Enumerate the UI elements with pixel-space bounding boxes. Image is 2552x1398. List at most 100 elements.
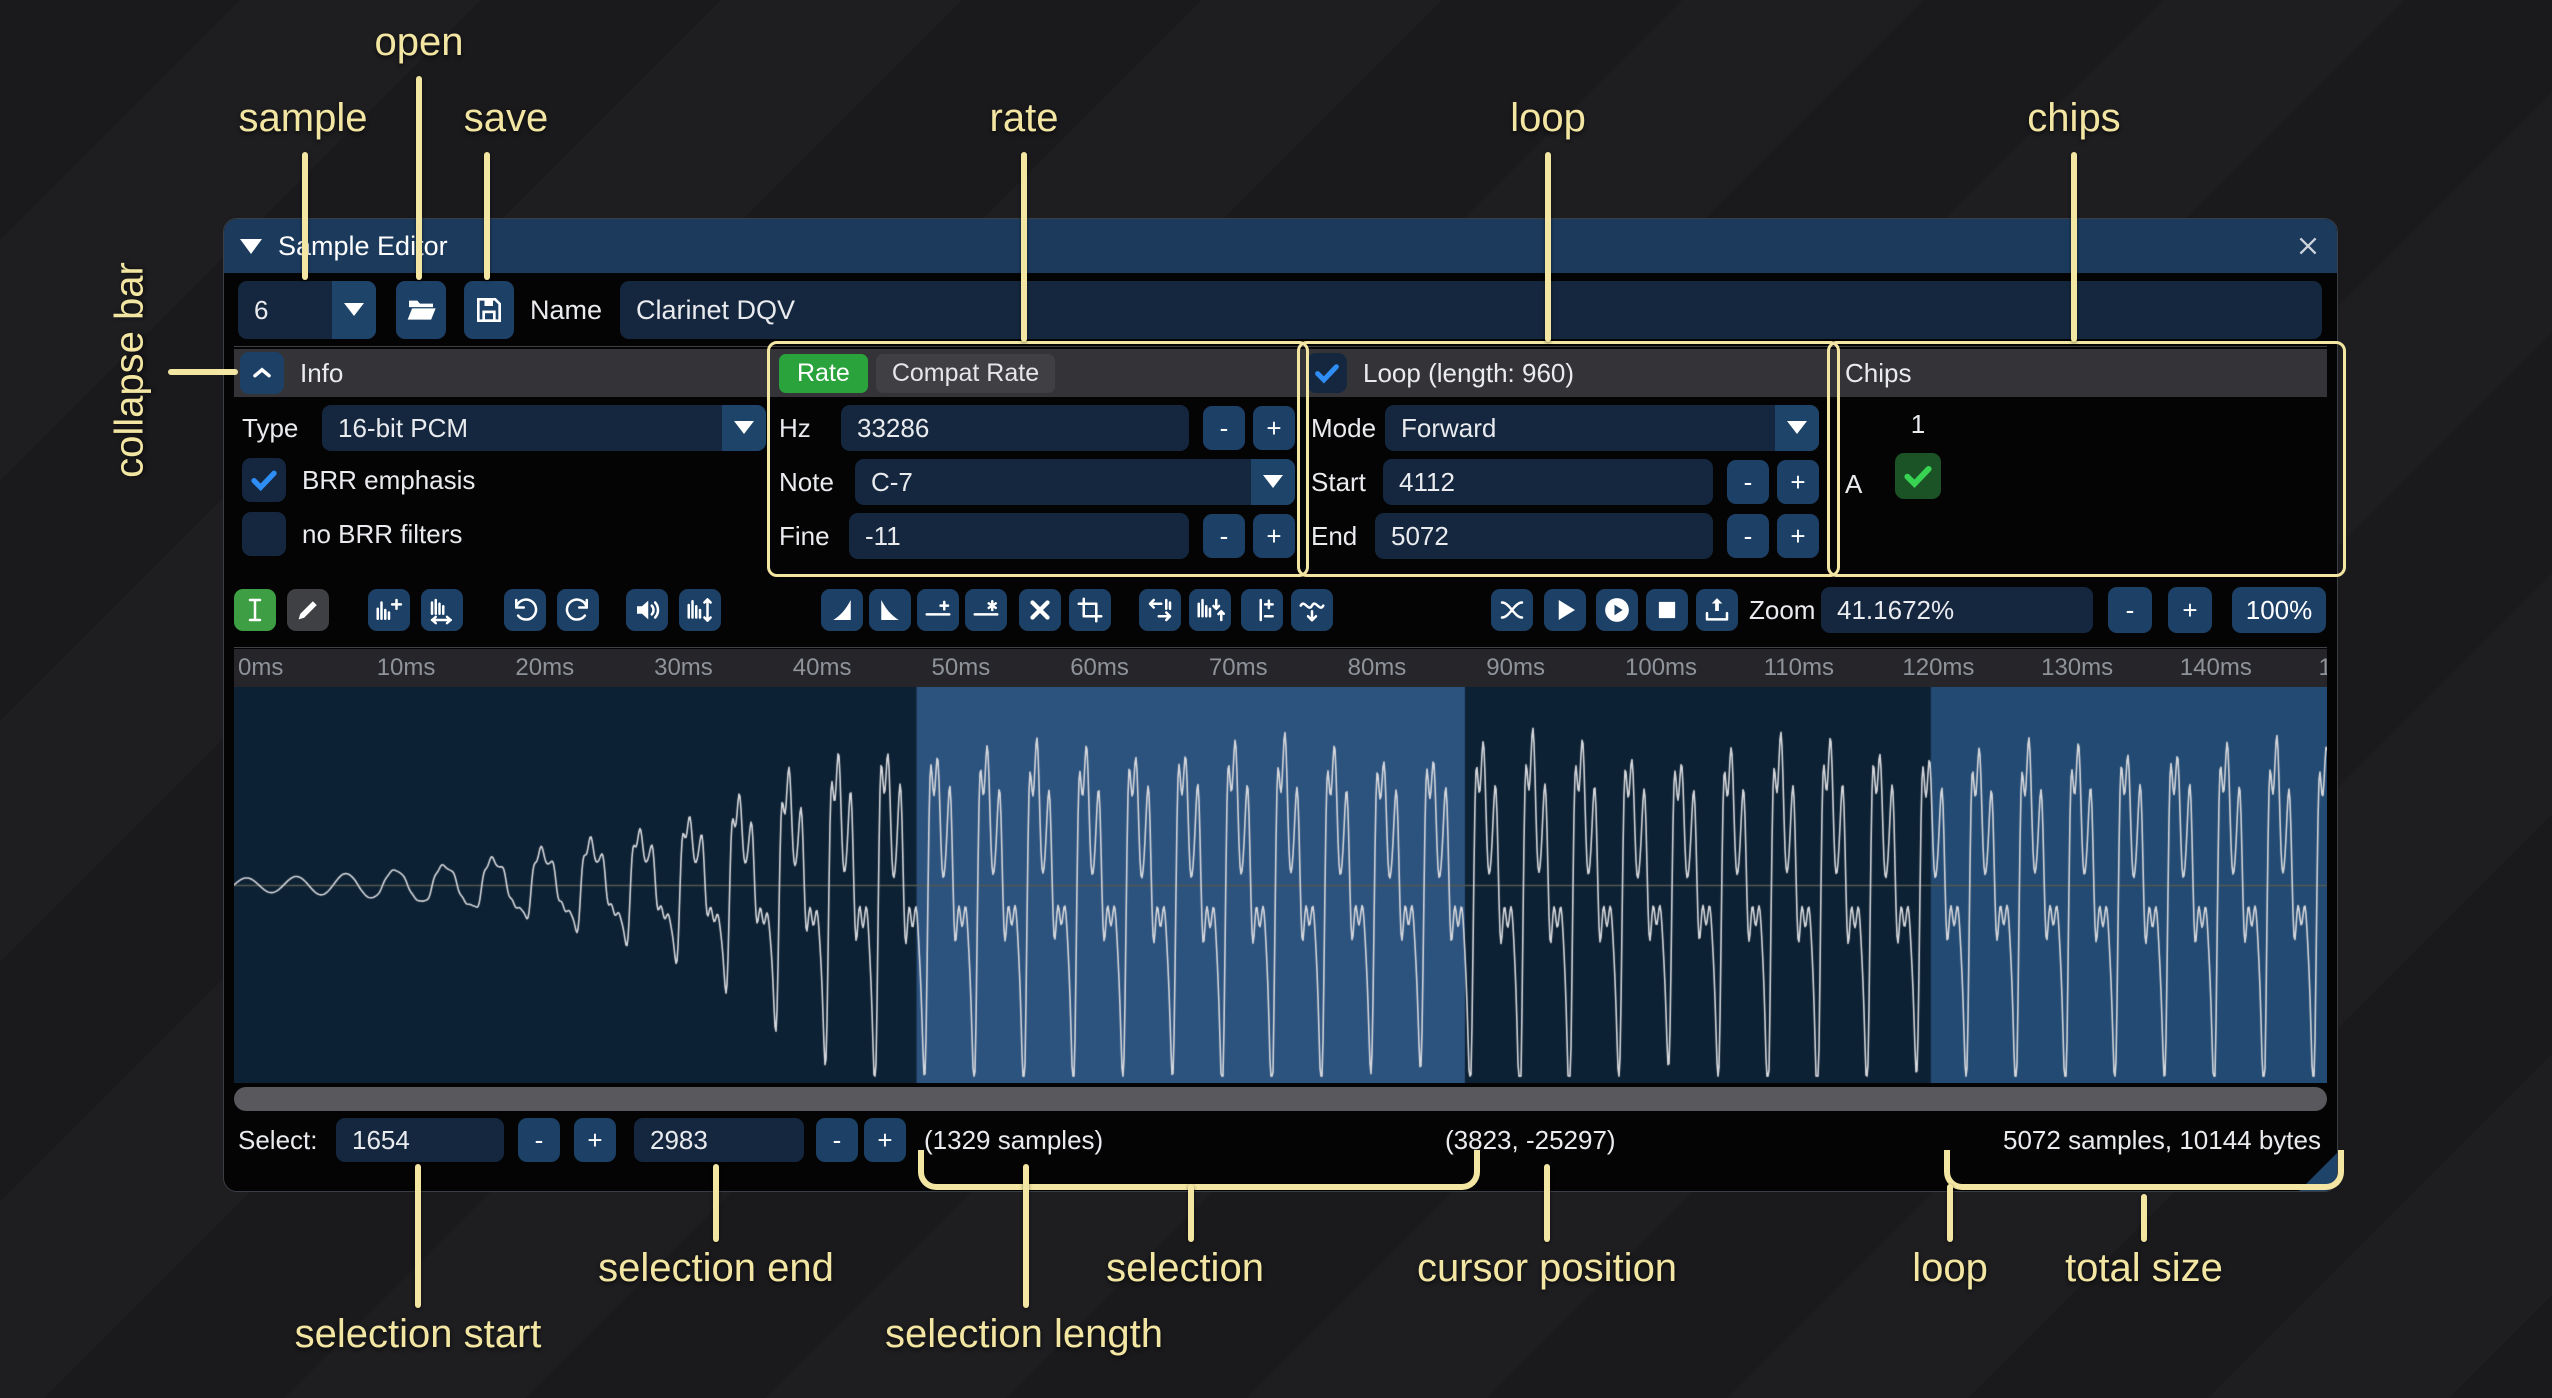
chevron-down-icon[interactable] (1775, 405, 1819, 451)
draw-button[interactable] (287, 589, 329, 631)
annotation-line-selection-start (415, 1164, 421, 1308)
fine-label: Fine (779, 521, 830, 552)
waveform-scrollbar[interactable] (234, 1087, 2327, 1111)
fine-input[interactable]: -11 (849, 513, 1189, 559)
selection-end-input[interactable]: 2983 (634, 1118, 804, 1162)
select-button[interactable] (234, 589, 276, 631)
loop-start-input[interactable]: 4112 (1383, 459, 1713, 505)
ruler-tick: 100ms (1625, 649, 1697, 687)
zoom-out-button[interactable]: - (2108, 587, 2152, 633)
resample-button[interactable] (421, 589, 463, 631)
fade-in-button[interactable] (821, 589, 863, 631)
tab-rate[interactable]: Rate (779, 354, 868, 393)
annotation-cursor-position: cursor position (1417, 1246, 1677, 1291)
note-dropdown[interactable]: C-7 (855, 459, 1295, 505)
selection-start-input[interactable]: 1654 (336, 1118, 504, 1162)
ruler-tick: 30ms (654, 649, 713, 687)
collapse-triangle-icon[interactable] (240, 239, 262, 254)
hz-increment-button[interactable]: + (1253, 406, 1295, 450)
loop-end-value: 5072 (1391, 521, 1449, 552)
chevron-down-icon[interactable] (1251, 459, 1295, 505)
note-label: Note (779, 467, 834, 498)
hz-input[interactable]: 33286 (841, 405, 1189, 451)
loop-enable-checkbox[interactable] (1307, 353, 1347, 393)
name-label: Name (530, 281, 602, 339)
undo-button[interactable] (504, 589, 546, 631)
type-dropdown[interactable]: 16-bit PCM (322, 405, 766, 451)
preview-loop-button[interactable] (1596, 589, 1638, 631)
annotation-line-chips (2071, 152, 2077, 342)
selection-start-decrement-button[interactable]: - (518, 1118, 560, 1162)
save-button[interactable] (464, 281, 514, 339)
chip-enable-checkbox[interactable] (1895, 453, 1941, 499)
loop-end-decrement-button[interactable]: - (1727, 514, 1769, 558)
sample-number: 6 (254, 295, 268, 326)
hz-decrement-button[interactable]: - (1203, 406, 1245, 450)
selection-start-value: 1654 (352, 1125, 410, 1156)
selection-start-increment-button[interactable]: + (574, 1118, 616, 1162)
collapse-bar-button[interactable] (240, 352, 284, 394)
resample-icon (427, 595, 457, 625)
sample-name-input[interactable]: Clarinet DQV (620, 281, 2322, 339)
waveform-canvas[interactable] (234, 687, 2327, 1083)
fine-increment-button[interactable]: + (1253, 514, 1295, 558)
import-button[interactable] (1696, 589, 1738, 631)
ruler-tick: 120ms (1902, 649, 1974, 687)
amplify-button[interactable] (626, 589, 668, 631)
zoom-input[interactable]: 41.1672% (1821, 587, 2093, 633)
fine-decrement-button[interactable]: - (1203, 514, 1245, 558)
reverse-icon (1145, 595, 1175, 625)
loop-start-decrement-button[interactable]: - (1727, 460, 1769, 504)
chevron-down-icon[interactable] (722, 405, 766, 451)
select-icon (240, 595, 270, 625)
invert-icon (1195, 595, 1225, 625)
checkbox-no-brr-filters[interactable] (242, 512, 286, 556)
preview-button[interactable] (1544, 589, 1586, 631)
ruler-tick: 130ms (2041, 649, 2113, 687)
checkbox-brr-emphasis[interactable] (242, 458, 286, 502)
loop-end-increment-button[interactable]: + (1777, 514, 1819, 558)
window-titlebar[interactable]: Sample Editor (224, 219, 2337, 273)
insert-silence-button[interactable] (917, 589, 959, 631)
close-icon[interactable] (2293, 231, 2323, 261)
annotation-line-collapse-bar (168, 369, 238, 375)
loop-panel: Loop (length: 960) Mode Forward Start 41… (1301, 349, 1831, 567)
zoom-reset-button[interactable]: 100% (2232, 587, 2326, 633)
selection-end-increment-button[interactable]: + (864, 1118, 906, 1162)
chevron-down-icon[interactable] (332, 281, 376, 339)
tab-compat-rate[interactable]: Compat Rate (876, 354, 1055, 393)
zoom-in-button[interactable]: + (2168, 587, 2212, 633)
reverse-button[interactable] (1139, 589, 1181, 631)
loop-end-input[interactable]: 5072 (1375, 513, 1713, 559)
rate-panel: Rate Compat Rate Hz 33286 - + Note C-7 (771, 349, 1301, 567)
ruler-tick: 110ms (1764, 649, 1834, 687)
waveform-view[interactable] (234, 687, 2327, 1083)
annotation-open: open (375, 20, 464, 65)
silence-button[interactable] (965, 589, 1007, 631)
sample-selector[interactable]: 6 (238, 281, 376, 339)
stop-button[interactable] (1646, 589, 1688, 631)
filter-button[interactable] (1291, 589, 1333, 631)
fade-out-button[interactable] (869, 589, 911, 631)
crossfade-button[interactable] (1491, 589, 1533, 631)
selection-end-decrement-button[interactable]: - (816, 1118, 858, 1162)
normalize-button[interactable] (679, 589, 721, 631)
open-button[interactable] (396, 281, 446, 339)
delete-button[interactable] (1019, 589, 1061, 631)
trim-button[interactable] (1069, 589, 1111, 631)
undo-icon (510, 595, 540, 625)
resize-button[interactable] (368, 589, 410, 631)
check-icon (1901, 459, 1935, 493)
loop-mode-dropdown[interactable]: Forward (1385, 405, 1819, 451)
loop-mode-value: Forward (1401, 413, 1496, 444)
sign-button[interactable] (1241, 589, 1283, 631)
ruler-tick: 10ms (377, 649, 436, 687)
ruler-tick: 80ms (1348, 649, 1407, 687)
loop-start-label: Start (1311, 467, 1366, 498)
fine-value: -11 (865, 521, 901, 552)
chips-panel: Chips 1 A (1831, 349, 2327, 567)
invert-button[interactable] (1189, 589, 1231, 631)
redo-button[interactable] (557, 589, 599, 631)
loop-start-increment-button[interactable]: + (1777, 460, 1819, 504)
timeline-ruler: 0ms10ms20ms30ms40ms50ms60ms70ms80ms90ms1… (234, 649, 2327, 687)
